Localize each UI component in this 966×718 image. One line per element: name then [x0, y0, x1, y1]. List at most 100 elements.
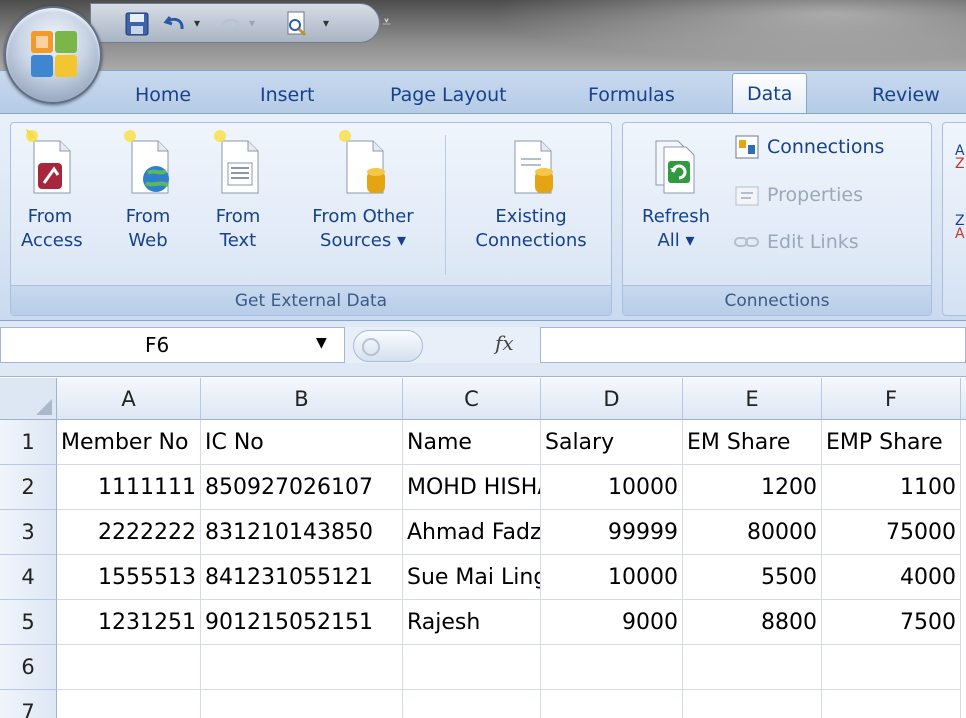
undo-dropdown-icon[interactable]: ▾: [194, 16, 200, 30]
edit-links-button[interactable]: Edit Links: [733, 231, 859, 253]
cell-d1[interactable]: Salary: [541, 420, 683, 465]
office-button[interactable]: [4, 6, 102, 104]
cell-c1[interactable]: Name: [403, 420, 541, 465]
cell-d6[interactable]: [541, 645, 683, 690]
save-button[interactable]: [121, 8, 153, 40]
row-header-5[interactable]: 5: [0, 600, 57, 645]
cell-d7[interactable]: [541, 690, 683, 718]
cell-e3[interactable]: 80000: [683, 510, 822, 555]
row-header-4[interactable]: 4: [0, 555, 57, 600]
cell-e2[interactable]: 1200: [683, 465, 822, 510]
access-database-icon: [26, 129, 71, 194]
from-text-button[interactable]: From Text: [209, 127, 267, 253]
customize-qat-icon[interactable]: ⩡: [382, 12, 391, 32]
cell-b3[interactable]: 831210143850: [201, 510, 403, 555]
print-preview-dropdown-icon[interactable]: ▾: [323, 16, 329, 30]
cell-d2[interactable]: 10000: [541, 465, 683, 510]
cell-f5[interactable]: 7500: [822, 600, 961, 645]
cell-f2[interactable]: 1100: [822, 465, 961, 510]
cell-b5[interactable]: 901215052151: [201, 600, 403, 645]
cell-b1[interactable]: IC No: [201, 420, 403, 465]
cell-a4[interactable]: 1555513: [57, 555, 201, 600]
cell-f4[interactable]: 4000: [822, 555, 961, 600]
cell-f7[interactable]: [822, 690, 961, 718]
from-other-sources-button[interactable]: From Other Sources ▾: [293, 127, 433, 253]
sort-az-letter-z: Z: [955, 156, 965, 172]
circle-icon: [362, 338, 380, 356]
refresh-all-label-1: Refresh: [642, 206, 710, 227]
connections-button[interactable]: Connections: [733, 133, 884, 161]
cell-b6[interactable]: [201, 645, 403, 690]
cell-a1[interactable]: Member No: [57, 420, 201, 465]
cell-c6[interactable]: [403, 645, 541, 690]
row-header-1[interactable]: 1: [0, 420, 57, 465]
cell-a3[interactable]: 2222222: [57, 510, 201, 555]
cell-e4[interactable]: 5500: [683, 555, 822, 600]
tab-insert[interactable]: Insert: [260, 77, 315, 113]
select-all-button[interactable]: [0, 378, 57, 420]
formula-cancel-enter-pill[interactable]: [353, 330, 423, 362]
tab-review[interactable]: Review: [872, 77, 940, 113]
sort-a-to-z-button[interactable]: A Z: [955, 144, 965, 172]
tab-home[interactable]: Home: [135, 77, 191, 113]
tab-data[interactable]: Data: [732, 73, 808, 116]
cell-e5[interactable]: 8800: [683, 600, 822, 645]
web-globe-icon: [124, 130, 169, 194]
column-header-d[interactable]: D: [541, 378, 683, 420]
from-web-label-1: From: [125, 206, 171, 227]
column-header-e[interactable]: E: [683, 378, 822, 420]
column-header-b[interactable]: B: [201, 378, 403, 420]
cell-b2[interactable]: 850927026107: [201, 465, 403, 510]
tab-page-layout[interactable]: Page Layout: [390, 77, 507, 113]
group-separator: [445, 135, 446, 275]
sort-z-to-a-button[interactable]: Z A: [955, 214, 965, 241]
cell-a7[interactable]: [57, 690, 201, 718]
name-box[interactable]: F6: [0, 327, 345, 363]
column-header-f[interactable]: F: [822, 378, 961, 420]
row-header-2[interactable]: 2: [0, 465, 57, 510]
properties-button[interactable]: Properties: [733, 181, 863, 209]
row-header-6[interactable]: 6: [0, 645, 57, 690]
text-file-icon: [214, 130, 259, 194]
refresh-all-button[interactable]: Refresh All ▾: [633, 127, 719, 253]
row-header-7[interactable]: 7: [0, 690, 57, 718]
cell-c4[interactable]: Sue Mai Ling: [403, 555, 541, 600]
cell-b7[interactable]: [201, 690, 403, 718]
row-header-3[interactable]: 3: [0, 510, 57, 555]
from-access-button[interactable]: From Access: [21, 127, 83, 253]
tab-formulas[interactable]: Formulas: [588, 77, 675, 113]
worksheet-grid: A B C D E F 1 2 3 4 5 6 7 Member No IC N…: [0, 378, 966, 718]
cell-d5[interactable]: 9000: [541, 600, 683, 645]
from-web-button[interactable]: From Web: [119, 127, 177, 253]
cell-f3[interactable]: 75000: [822, 510, 961, 555]
cell-c2[interactable]: MOHD HISHAM: [403, 465, 541, 510]
group-sort-filter-partial: A Z Z A: [942, 122, 966, 316]
cell-c7[interactable]: [403, 690, 541, 718]
cell-f1[interactable]: EMP Share: [822, 420, 961, 465]
redo-button[interactable]: [215, 8, 245, 40]
cell-d3[interactable]: 99999: [541, 510, 683, 555]
formula-input[interactable]: [540, 327, 966, 363]
cell-e6[interactable]: [683, 645, 822, 690]
undo-button[interactable]: [161, 8, 191, 40]
group-get-external-data: From Access From Web From Text From Othe…: [10, 122, 612, 316]
cell-b4[interactable]: 841231055121: [201, 555, 403, 600]
cell-f6[interactable]: [822, 645, 961, 690]
cell-d4[interactable]: 10000: [541, 555, 683, 600]
cell-a5[interactable]: 1231251: [57, 600, 201, 645]
cell-a6[interactable]: [57, 645, 201, 690]
properties-label: Properties: [767, 184, 864, 206]
cell-a2[interactable]: 1111111: [57, 465, 201, 510]
column-header-g-partial[interactable]: [961, 378, 966, 420]
name-box-dropdown-icon[interactable]: ▼: [316, 335, 327, 351]
print-preview-button[interactable]: [281, 8, 313, 40]
cell-c3[interactable]: Ahmad Fadzil: [403, 510, 541, 555]
redo-dropdown-icon[interactable]: ▾: [249, 16, 255, 30]
column-header-c[interactable]: C: [403, 378, 541, 420]
cell-c5[interactable]: Rajesh: [403, 600, 541, 645]
insert-function-icon[interactable]: fx: [495, 331, 514, 355]
cell-e7[interactable]: [683, 690, 822, 718]
cell-e1[interactable]: EM Share: [683, 420, 822, 465]
existing-connections-button[interactable]: Existing Connections: [461, 127, 601, 253]
column-header-a[interactable]: A: [57, 378, 201, 420]
